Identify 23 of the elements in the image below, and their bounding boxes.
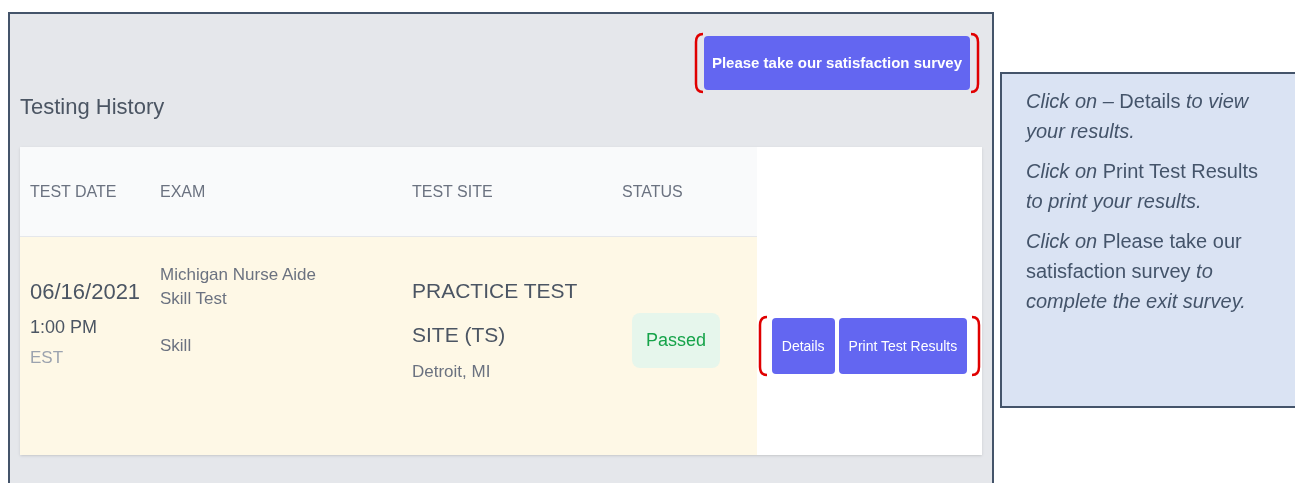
instruction-text: Click on Please take our satisfaction survey to complete the exit survey. <box>1026 229 1247 314</box>
test-time: 1:00 PM <box>30 316 99 339</box>
site-location: Detroit, MI <box>412 361 492 383</box>
exam-name: Michigan Nurse Aide Skill Test <box>160 264 317 310</box>
instruction-text: Click on Print Test Results to print your results. <box>1026 159 1259 214</box>
column-header: TEST SITE <box>411 181 494 202</box>
test-date: 06/16/2021 <box>30 278 142 306</box>
details-button[interactable]: Details <box>771 318 835 374</box>
survey-button[interactable]: Please take our satisfaction survey <box>703 36 970 90</box>
column-header: EXAM <box>159 181 207 202</box>
bracket-icon <box>971 315 982 377</box>
bracket-icon <box>693 32 704 94</box>
timezone: EST <box>30 347 65 369</box>
exam-type: Skill <box>160 335 193 357</box>
print-results-button[interactable]: Print Test Results <box>838 318 968 374</box>
instruction-text: Click on – Details to view your results. <box>1026 89 1250 144</box>
bracket-icon <box>970 32 980 94</box>
status-badge: Passed <box>632 313 721 368</box>
column-header: STATUS <box>621 181 684 202</box>
test-site: PRACTICE TEST SITE (TS) <box>412 278 578 348</box>
column-header: TEST DATE <box>29 181 118 202</box>
bracket-icon <box>757 315 768 377</box>
section-title: Testing History <box>20 93 165 121</box>
